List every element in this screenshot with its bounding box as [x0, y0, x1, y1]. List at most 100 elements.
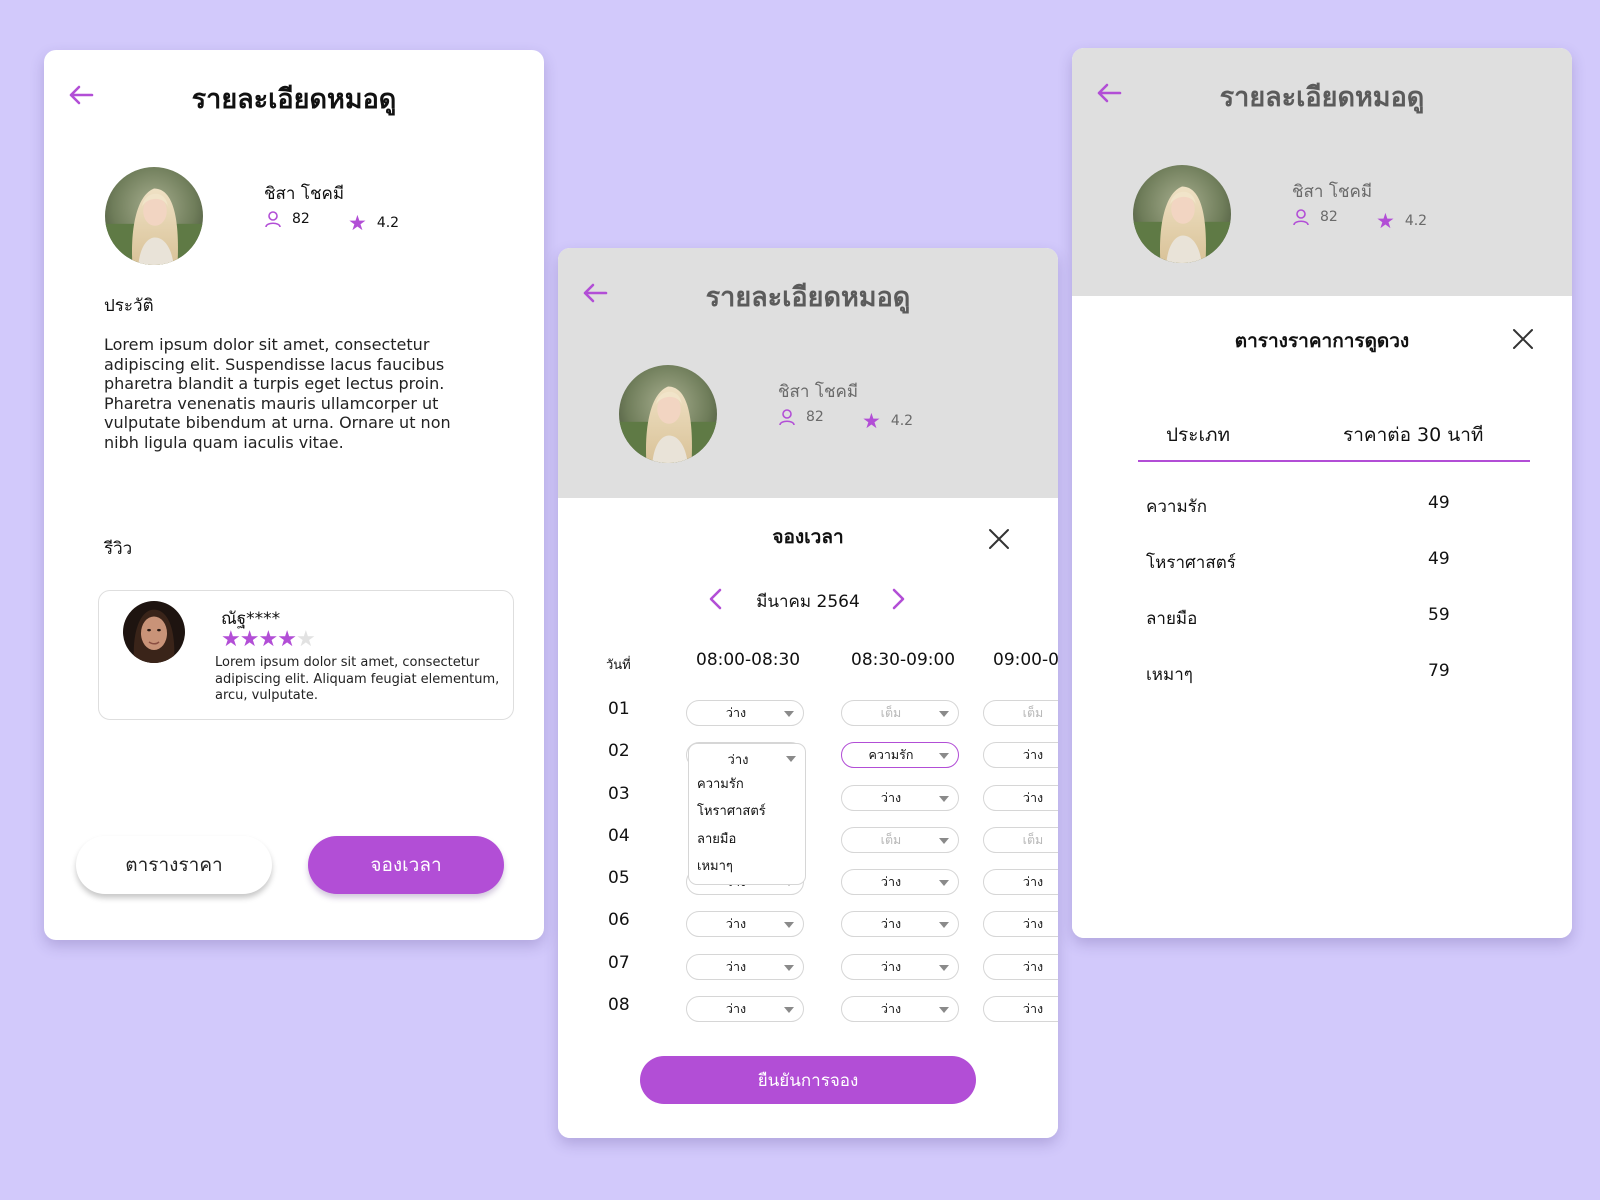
page-title: รายละเอียดหมอดู — [1219, 82, 1425, 113]
page-title: รายละเอียดหมอดู — [705, 282, 911, 313]
doctor-name: ชิสา โชคมี — [1292, 182, 1373, 202]
slot-select[interactable]: เต็ม — [841, 827, 959, 853]
price-row: ความรัก 49 — [1146, 493, 1456, 520]
close-icon[interactable] — [1510, 326, 1536, 352]
slot-select[interactable]: ว่าง — [983, 996, 1058, 1022]
rating-stat: ★ 4.2 — [1376, 209, 1427, 233]
slot-select[interactable]: ว่าง — [841, 911, 959, 937]
doctor-avatar — [1133, 165, 1231, 263]
slot-select[interactable]: ว่าง — [983, 742, 1058, 768]
doctor-name: ชิสา โชคมี — [778, 382, 859, 402]
doctor-avatar — [619, 365, 717, 463]
time-slot-header: 08:30-09:00 — [851, 650, 956, 670]
price-type: เหมาๆ — [1146, 665, 1193, 685]
profile-header: รายละเอียดหมอดู — [44, 50, 544, 140]
price-table-button[interactable]: ตารางราคา — [76, 836, 272, 894]
price-column-header: ราคาต่อ 30 นาที — [1343, 424, 1484, 446]
day-number: 07 — [608, 953, 630, 973]
slot-select[interactable]: ว่าง — [841, 869, 959, 895]
slot-select[interactable]: เต็ม — [983, 700, 1058, 726]
dropdown-option[interactable]: ลายมือ — [697, 828, 736, 849]
review-label: รีวิว — [104, 539, 133, 559]
rating-stat: ★ 4.2 — [348, 211, 399, 235]
slot-dropdown-open[interactable]: ว่าง ความรัก โหราศาสตร์ ลายมือ เหมาๆ — [688, 743, 806, 885]
slot-select[interactable]: ความรัก — [841, 742, 959, 768]
profile-screen: รายละเอียดหมอดู ชิสา โชคมี 82 ★ 4.2 ประว… — [44, 50, 544, 940]
price-row: โหราศาสตร์ 49 — [1146, 549, 1456, 576]
history-label: ประวัติ — [104, 296, 154, 316]
clients-count: 82 — [806, 409, 824, 425]
slot-select[interactable]: ว่าง — [686, 996, 804, 1022]
booking-grid: จองเวลา มีนาคม 2564 วันที่ 08:00-08:30 0… — [558, 498, 1058, 1138]
booking-sheet-title: จองเวลา — [772, 526, 844, 548]
time-slot-header: 08:00-08:30 — [696, 650, 801, 670]
star-icon: ★ — [239, 627, 260, 652]
rating-stat: ★ 4.2 — [862, 409, 913, 433]
slot-select[interactable]: ว่าง — [983, 869, 1058, 895]
slot-select[interactable]: ว่าง — [841, 996, 959, 1022]
slot-select[interactable]: เต็ม — [841, 700, 959, 726]
clients-stat: 82 — [1292, 208, 1338, 226]
slot-select[interactable]: ว่าง — [983, 785, 1058, 811]
user-icon — [779, 409, 795, 426]
slot-select[interactable]: ว่าง — [841, 954, 959, 980]
day-number: 06 — [608, 910, 630, 930]
slot-select[interactable]: ว่าง — [686, 911, 804, 937]
booking-screen: รายละเอียดหมอดู ชิสา โชคมี 82 ★ 4.2 จองเ… — [558, 248, 1058, 1138]
history-text: Lorem ipsum dolor sit amet, consectetur … — [104, 335, 451, 452]
clients-count: 82 — [1320, 209, 1338, 225]
doctor-name: ชิสา โชคมี — [264, 184, 345, 204]
user-icon — [265, 211, 281, 228]
book-time-button[interactable]: จองเวลา — [308, 836, 504, 894]
day-number: 04 — [608, 826, 630, 846]
month-label: มีนาคม 2564 — [756, 592, 860, 612]
review-card: ณัฐ**** ★★★★★ Lorem ipsum dolor sit amet… — [98, 590, 514, 720]
star-icon: ★ — [258, 627, 278, 652]
user-icon — [1293, 209, 1309, 226]
slot-select[interactable]: เต็ม — [983, 827, 1058, 853]
price-row: เหมาๆ 79 — [1146, 661, 1456, 688]
type-column-header: ประเภท — [1166, 424, 1231, 446]
price-row: ลายมือ 59 — [1146, 605, 1456, 632]
star-icon: ★ — [348, 211, 367, 235]
date-column-header: วันที่ — [606, 658, 631, 673]
close-icon[interactable] — [986, 526, 1012, 552]
dropdown-selected[interactable]: ว่าง — [689, 749, 805, 770]
price-type: โหราศาสตร์ — [1146, 553, 1236, 573]
star-icon: ★ — [1376, 209, 1395, 233]
review-stars: ★★★★★ — [221, 627, 316, 652]
day-number: 08 — [608, 995, 630, 1015]
slot-select[interactable]: ว่าง — [983, 911, 1058, 937]
slot-select[interactable]: ว่าง — [841, 785, 959, 811]
star-empty-icon: ★ — [295, 627, 316, 652]
pricing-sheet: ตารางราคาการดูดวง ประเภท ราคาต่อ 30 นาที… — [1072, 296, 1572, 938]
price-value: 49 — [1428, 493, 1450, 513]
pricing-sheet-title: ตารางราคาการดูดวง — [1234, 330, 1410, 352]
price-value: 59 — [1428, 605, 1450, 625]
price-table-header: ประเภท ราคาต่อ 30 นาที — [1138, 416, 1530, 462]
clients-stat: 82 — [778, 408, 824, 426]
next-month-icon[interactable] — [888, 586, 908, 612]
slot-select[interactable]: ว่าง — [983, 954, 1058, 980]
rating-value: 4.2 — [890, 413, 914, 429]
rating-value: 4.2 — [376, 215, 400, 231]
dropdown-option[interactable]: เหมาๆ — [697, 855, 733, 876]
star-icon: ★ — [277, 627, 297, 652]
confirm-booking-button[interactable]: ยืนยันการจอง — [640, 1056, 976, 1104]
rating-value: 4.2 — [1404, 213, 1428, 229]
dropdown-option[interactable]: โหราศาสตร์ — [697, 800, 766, 821]
booking-sheet: จองเวลา มีนาคม 2564 วันที่ 08:00-08:30 0… — [558, 498, 1058, 1138]
time-slot-header: 09:00-09:30 — [993, 650, 1058, 670]
slot-select[interactable]: ว่าง — [686, 700, 804, 726]
star-icon: ★ — [862, 409, 881, 433]
dropdown-option[interactable]: ความรัก — [697, 773, 744, 794]
slot-select[interactable]: ว่าง — [686, 954, 804, 980]
clients-count: 82 — [292, 211, 310, 227]
reviewer-avatar — [123, 601, 185, 663]
star-icon: ★ — [221, 627, 241, 652]
price-type: ลายมือ — [1146, 609, 1198, 629]
price-value: 79 — [1428, 661, 1450, 681]
price-value: 49 — [1428, 549, 1450, 569]
page-title: รายละเอียดหมอดู — [191, 84, 397, 115]
pricing-header: รายละเอียดหมอดู — [1072, 48, 1572, 138]
